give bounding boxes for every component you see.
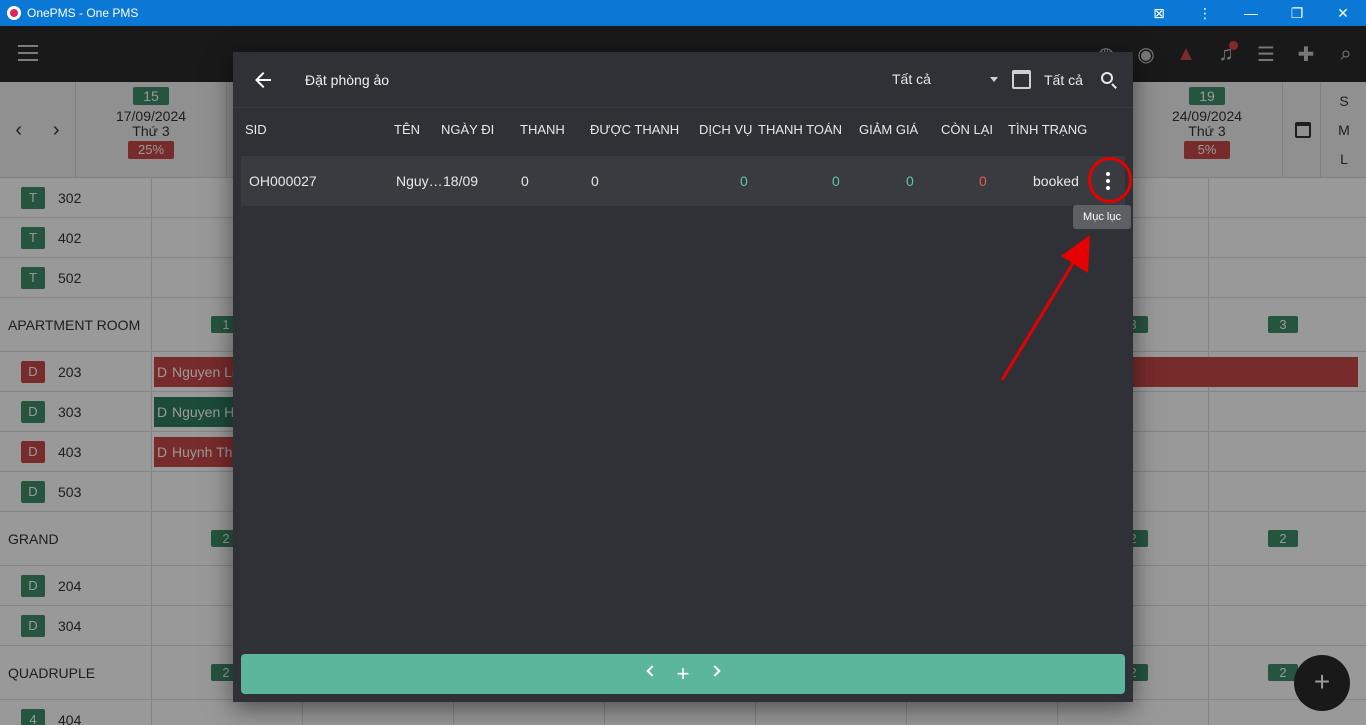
dialog-pager: + (241, 654, 1125, 694)
cell-status: booked (1033, 173, 1079, 189)
column-header: THANH TOÁN (758, 122, 843, 137)
column-header: TÊN (394, 122, 420, 137)
calendar-icon[interactable] (1012, 70, 1031, 89)
cell-sid: OH000027 (249, 173, 317, 189)
cell-thanh-toan: 0 (832, 173, 840, 189)
column-header: SID (245, 122, 267, 137)
column-header: DỊCH VỤ (699, 122, 753, 137)
status-filter-select[interactable]: Tất cả (883, 66, 1003, 94)
prev-page-icon[interactable] (646, 665, 658, 677)
window-titlebar: OnePMS - One PMS ⊠ ⋮ — ❐ ✕ (0, 0, 1366, 26)
app-logo-icon (7, 6, 21, 20)
annotation-arrow-icon (1000, 235, 1090, 381)
cell-checkout: 18/09 (443, 173, 479, 189)
back-arrow-icon[interactable] (251, 68, 275, 92)
window-title: OnePMS - One PMS (27, 6, 139, 20)
minimize-button[interactable]: — (1228, 0, 1274, 26)
search-icon[interactable] (1101, 72, 1113, 84)
column-header: THANH (520, 122, 565, 137)
column-header: TÌNH TRẠNG (1008, 122, 1088, 137)
dialog-title: Đặt phòng ảo (305, 72, 390, 88)
cell-name: Nguy… (396, 173, 443, 189)
more-vert-icon[interactable]: ⋮ (1182, 0, 1228, 26)
dialog-header: Đặt phòng ảo Tất cả Tất cả (233, 52, 1133, 108)
cell-giam-gia: 0 (906, 173, 914, 189)
cell-con-lai: 0 (979, 173, 987, 189)
translate-icon[interactable]: ⊠ (1136, 0, 1182, 26)
next-page-icon[interactable] (709, 665, 721, 677)
restore-button[interactable]: ❐ (1274, 0, 1320, 26)
column-header: GIẢM GIÁ (859, 122, 919, 137)
date-filter-value[interactable]: Tất cả (1044, 72, 1083, 88)
cell-dich-vu: 0 (740, 173, 748, 189)
status-filter-value: Tất cả (892, 71, 931, 87)
column-header: ĐƯỢC THANH (590, 122, 680, 137)
column-header: CÒN LẠI (941, 122, 994, 137)
caret-down-icon (990, 77, 998, 82)
cell-duoc-thanh: 0 (591, 173, 599, 189)
add-row-button[interactable]: + (676, 661, 690, 687)
close-button[interactable]: ✕ (1320, 0, 1366, 26)
highlight-circle (1088, 157, 1132, 203)
column-header: NGÀY ĐI (441, 122, 495, 137)
cell-thanh: 0 (521, 173, 529, 189)
booking-row[interactable]: OH000027 Nguy… 18/09 0 0 0 0 0 0 booked (241, 156, 1125, 206)
